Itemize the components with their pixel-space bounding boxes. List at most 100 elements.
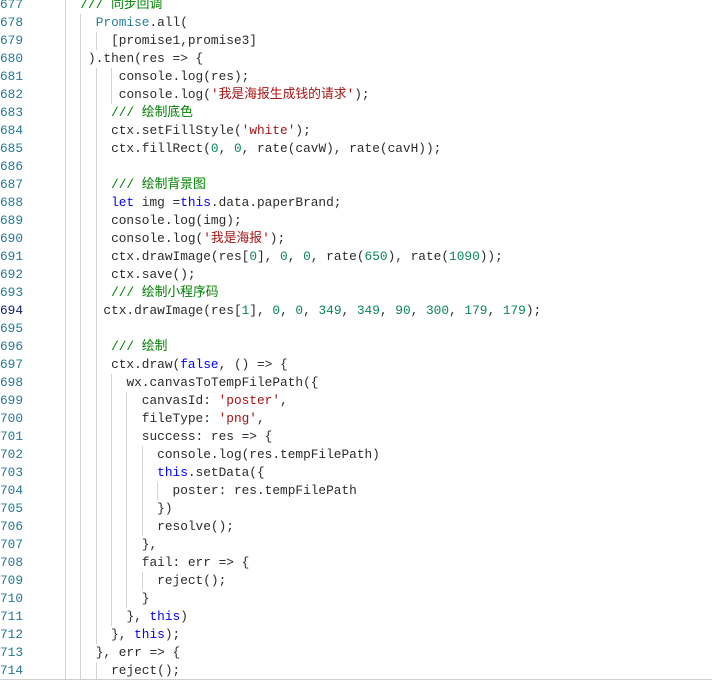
code-line[interactable]: fail: err => {	[65, 554, 712, 572]
code-line[interactable]: success: res => {	[65, 428, 712, 446]
code-line[interactable]: /// 绘制小程序码	[65, 284, 712, 302]
code-keyword: this	[134, 627, 165, 642]
code-text: },	[126, 609, 150, 624]
code-lines[interactable]: /// 同步回调 Promise.all( [promise1,promise3…	[65, 0, 712, 680]
code-line[interactable]: console.log(img);	[65, 212, 712, 230]
code-line[interactable]: })	[65, 500, 712, 518]
code-number: 1090	[449, 249, 480, 264]
code-text: , rate(cavW), rate(cavH));	[241, 141, 442, 156]
code-text: );	[525, 303, 542, 318]
code-line[interactable]: ctx.save();	[65, 266, 712, 284]
code-line[interactable]: wx.canvasToTempFilePath({	[65, 374, 712, 392]
code-keyword: let	[111, 195, 135, 210]
code-string: 'png'	[218, 411, 257, 426]
code-line[interactable]: ctx.drawImage(res[1], 0, 0, 349, 349, 90…	[65, 302, 712, 320]
code-text: [promise1,promise3]	[111, 33, 257, 48]
code-line[interactable]: /// 绘制	[65, 338, 712, 356]
code-line[interactable]: poster: res.tempFilePath	[65, 482, 712, 500]
code-line[interactable]: /// 同步回调	[65, 0, 712, 14]
code-line[interactable]: Promise.all(	[65, 14, 712, 32]
code-line[interactable]: }, err => {	[65, 644, 712, 662]
code-line[interactable]: console.log(res);	[65, 68, 712, 86]
code-text: ,	[280, 393, 288, 408]
code-line[interactable]: /// 绘制底色	[65, 104, 712, 122]
code-line[interactable]: fileType: 'png',	[65, 410, 712, 428]
code-text: ,	[303, 303, 319, 318]
line-number: 708	[0, 555, 24, 570]
code-line[interactable]: console.log('我是海报');	[65, 230, 712, 248]
line-number: 712	[0, 627, 24, 642]
line-number: 686	[0, 159, 24, 174]
code-text: ,	[487, 303, 503, 318]
code-comment: /// 同步回调	[80, 0, 163, 12]
code-text: console.log(	[111, 231, 204, 246]
line-number: 687	[0, 177, 24, 192]
line-number: 679	[0, 33, 24, 48]
code-text: }	[141, 591, 150, 606]
line-number: 690	[0, 231, 24, 246]
code-editor[interactable]: 677 678 679 680 681 682 683 684 685 686 687 688 689 6…	[0, 0, 712, 680]
line-number: 714	[0, 663, 24, 678]
code-text: },	[111, 627, 135, 642]
code-text: fileType:	[141, 411, 219, 426]
code-number: 0	[210, 141, 219, 156]
code-line[interactable]: console.log(res.tempFilePath)	[65, 446, 712, 464]
code-string: '我是海报生成钱的请求'	[210, 87, 355, 102]
code-line[interactable]: reject();	[65, 662, 712, 680]
code-line[interactable]: [promise1,promise3]	[65, 32, 712, 50]
code-line[interactable]: }, this);	[65, 626, 712, 644]
code-line[interactable]: }, this)	[65, 608, 712, 626]
code-text: ,	[449, 303, 465, 318]
code-text: ],	[257, 249, 281, 264]
code-text: wx.canvasToTempFilePath({	[126, 375, 319, 390]
code-line[interactable]: /// 绘制背景图	[65, 176, 712, 194]
code-text: .data.paperBrand;	[210, 195, 342, 210]
line-number: 689	[0, 213, 24, 228]
code-number: 300	[426, 303, 450, 318]
code-line[interactable]: this.setData({	[65, 464, 712, 482]
code-line[interactable]: ).then(res => {	[65, 50, 712, 68]
code-text: ctx.save();	[111, 267, 196, 282]
indent-guide	[95, 158, 97, 176]
code-number: 179	[502, 303, 526, 318]
line-number: 694	[0, 303, 24, 318]
line-number: 692	[0, 267, 24, 282]
code-line[interactable]	[65, 320, 712, 338]
code-text: ,	[379, 303, 396, 318]
code-text: poster: res.tempFilePath	[172, 483, 357, 498]
code-line[interactable]: canvasId: 'poster',	[65, 392, 712, 410]
code-number: 90	[395, 303, 411, 318]
line-number: 705	[0, 501, 24, 516]
code-number: 0	[295, 303, 304, 318]
line-number: 678	[0, 15, 24, 30]
code-line[interactable]: reject();	[65, 572, 712, 590]
code-text: ctx.fillRect(	[111, 141, 211, 156]
code-line[interactable]	[65, 158, 712, 176]
code-line[interactable]: },	[65, 536, 712, 554]
code-line[interactable]: resolve();	[65, 518, 712, 536]
code-line[interactable]: ctx.draw(false, () => {	[65, 356, 712, 374]
code-line[interactable]: let img =this.data.paperBrand;	[65, 194, 712, 212]
code-text: ctx.drawImage(res[	[111, 249, 250, 264]
code-comment: /// 绘制	[111, 339, 168, 354]
code-line[interactable]: ctx.setFillStyle('white');	[65, 122, 712, 140]
code-line[interactable]: ctx.drawImage(res[0], 0, 0, rate(650), r…	[65, 248, 712, 266]
code-text: ctx.draw(	[111, 357, 181, 372]
code-line[interactable]: ctx.fillRect(0, 0, rate(cavW), rate(cavH…	[65, 140, 712, 158]
code-line[interactable]: console.log('我是海报生成钱的请求');	[65, 86, 712, 104]
line-number: 701	[0, 429, 24, 444]
code-text: console.log(res.tempFilePath)	[157, 447, 380, 462]
code-line[interactable]: }	[65, 590, 712, 608]
